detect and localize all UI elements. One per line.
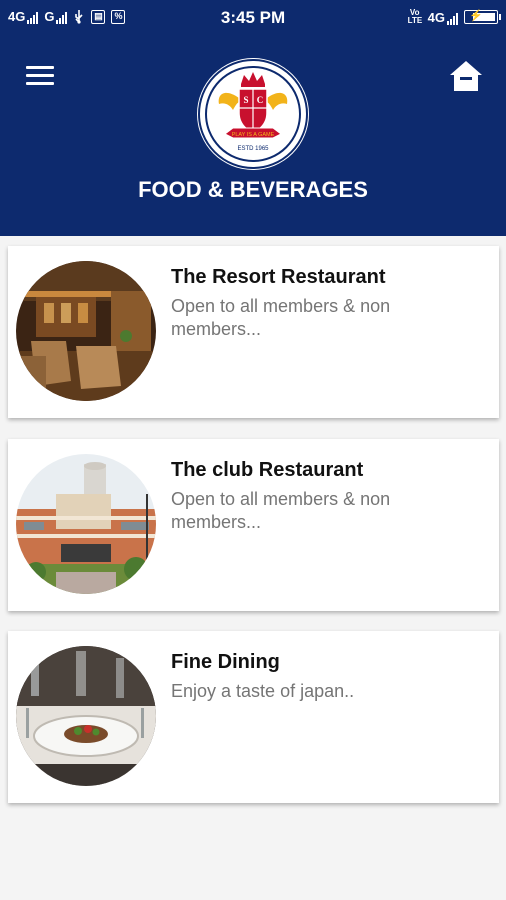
club-crest: S C PLAY IS A GAME ESTD 1965 (198, 59, 308, 169)
battery-icon: ⚡ (464, 10, 501, 24)
svg-text:S: S (243, 95, 248, 105)
restaurant-description: Enjoy a taste of japan.. (171, 681, 355, 701)
network-type-3: 4G (427, 9, 445, 25)
restaurant-title: Fine Dining (171, 651, 280, 673)
restaurant-description: Open to all members & non members... (171, 296, 391, 339)
restaurant-title: The club Restaurant (171, 459, 364, 481)
restaurant-image (16, 261, 156, 401)
svg-text:C: C (257, 95, 264, 105)
restaurant-image (16, 646, 156, 786)
page-title: FOOD & BEVERAGES (138, 177, 368, 202)
menu-icon[interactable] (26, 64, 54, 86)
logo-motto: PLAY IS A GAME (232, 132, 275, 138)
restaurant-title: The Resort Restaurant (171, 266, 386, 288)
restaurant-card-fine-dining[interactable]: Fine Dining Enjoy a taste of japan.. (8, 631, 499, 803)
restaurant-image (16, 454, 156, 594)
logo-estd: ESTD 1965 (237, 146, 269, 152)
home-icon[interactable] (448, 58, 484, 94)
charging-icon: ⚡ (469, 10, 483, 22)
volte-badge: Vo LTE (407, 8, 423, 25)
restaurant-card-resort[interactable]: The Resort Restaurant Open to all member… (8, 246, 499, 418)
club-logo: S C PLAY IS A GAME ESTD 1965 (197, 58, 309, 170)
restaurant-description: Open to all members & non members... (171, 489, 391, 532)
signal-icon (447, 12, 458, 25)
status-right: Vo LTE 4G ⚡ (407, 8, 501, 25)
restaurant-card-club[interactable]: The club Restaurant Open to all members … (8, 439, 499, 611)
signal-3: 4G (428, 10, 458, 25)
status-bar: 4G G ▤ % 3:45 PM Vo LTE 4G ⚡ (0, 0, 506, 36)
app-header: S C PLAY IS A GAME ESTD 1965 FOOD & BEVE… (0, 36, 506, 236)
